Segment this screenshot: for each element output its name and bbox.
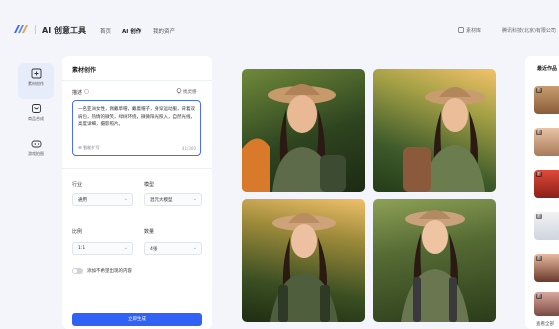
recent-works-panel: 最近作品 图 图 图 图 图 图 查看全部 [525, 56, 559, 329]
top-bar: AI 创意工具 首页 AI 创作 我的资产 素材库 腾讯科技(北京)有限公司 [0, 0, 559, 56]
thumb-badge: 图 [536, 172, 542, 177]
industry-value: 通用 [78, 198, 87, 203]
divider [62, 80, 212, 81]
chevron-down-icon: ⌄ [123, 196, 128, 202]
ratio-label: 比例 [72, 229, 83, 235]
industry-select[interactable]: 通用 ⌄ [72, 193, 133, 206]
gamepad-icon [31, 140, 41, 148]
generate-button[interactable]: 立即生成 [72, 313, 202, 326]
description-label: 描述 [72, 90, 83, 96]
count-label: 数量 [144, 229, 155, 235]
recent-thumb[interactable]: 图 [534, 292, 559, 316]
thumb-badge: 图 [536, 130, 542, 135]
description-text[interactable]: 一名亚洲女性，佩戴草帽，戴着帽子，身穿运动服，背着双肩包，热情的微笑，绿树环绕，… [78, 106, 196, 129]
hiker-photo-icon [403, 87, 485, 192]
thumb-badge: 图 [536, 214, 542, 219]
hiker-photo-icon [242, 84, 346, 192]
recent-thumb[interactable]: 图 [534, 254, 559, 282]
recent-works-title: 最近作品 [537, 66, 558, 72]
lightbulb-icon [176, 88, 182, 94]
hiker-photo-icon [401, 210, 469, 322]
thumb-badge: 图 [536, 88, 542, 93]
result-image-3[interactable] [242, 199, 365, 322]
nav-home[interactable]: 首页 [100, 27, 111, 35]
account-menu[interactable]: 腾讯科技(北京)有限公司 [502, 27, 556, 34]
model-label: 模型 [144, 182, 155, 188]
rail-item-material-create[interactable]: 素材创作 [18, 63, 54, 99]
thumb-badge: 图 [536, 294, 542, 299]
view-all-link[interactable]: 查看全部 [536, 321, 554, 327]
model-value: 混元大模型 [150, 198, 173, 203]
rail-label: 商品合成 [28, 116, 44, 121]
ratio-value: 1:1 [78, 246, 86, 251]
asset-library-link[interactable]: 素材库 [466, 27, 481, 34]
count-value: 4张 [150, 247, 158, 252]
smart-expand-button[interactable]: ☰ 智能扩写 [78, 145, 100, 151]
model-select[interactable]: 混元大模型 ⌄ [144, 193, 202, 206]
ratio-select[interactable]: 1:1 ⌄ [72, 242, 133, 255]
rail-item-game[interactable]: 游戏拍图 [18, 133, 54, 169]
result-image-1[interactable] [242, 69, 365, 192]
left-rail: 素材创作 商品合成 游戏拍图 [0, 56, 70, 329]
recent-thumb[interactable]: 图 [534, 170, 559, 198]
description-input[interactable]: 一名亚洲女性，佩戴草帽，戴着帽子，身穿运动服，背着双肩包，热情的微笑，绿树环绕，… [72, 100, 201, 156]
rail-label: 素材创作 [28, 81, 44, 86]
industry-label: 行业 [72, 182, 83, 188]
rail-item-product[interactable]: 商品合成 [18, 98, 54, 134]
hiker-photo-icon [270, 213, 338, 322]
nav-ai-create[interactable]: AI 创作 [122, 27, 141, 35]
creation-panel: 素材创作 描述 找灵感 一名亚洲女性，佩戴草帽，戴着帽子，身穿运动服，背着双肩包… [62, 56, 212, 329]
recent-thumb[interactable]: 图 [534, 86, 559, 114]
app-logo-icon [14, 25, 28, 33]
divider [62, 168, 212, 169]
chevron-down-icon: ⌄ [123, 245, 128, 251]
chevron-down-icon: ⌄ [192, 196, 197, 202]
library-icon [458, 27, 464, 33]
char-count: 41/300 [181, 146, 196, 151]
result-image-2[interactable] [373, 69, 496, 192]
info-icon [84, 89, 89, 94]
panel-title: 素材创作 [72, 67, 97, 74]
result-image-4[interactable] [373, 199, 496, 322]
exclude-content-toggle[interactable] [72, 268, 83, 274]
nav-my-assets[interactable]: 我的资产 [153, 27, 175, 35]
recent-thumb[interactable]: 图 [534, 128, 559, 156]
title-separator [35, 25, 36, 34]
product-icon [31, 104, 41, 113]
chevron-down-icon: ⌄ [192, 245, 197, 251]
thumb-badge: 图 [536, 256, 542, 261]
recent-thumb[interactable]: 图 [534, 212, 559, 240]
examples-link[interactable]: 找灵感 [183, 89, 197, 95]
count-select[interactable]: 4张 ⌄ [144, 242, 202, 255]
smart-expand-label: 智能扩写 [83, 145, 100, 150]
rail-label: 游戏拍图 [28, 151, 44, 156]
app-title: AI 创意工具 [42, 26, 86, 35]
image-edit-icon [31, 68, 41, 79]
exclude-content-label: 添加不希望出现的内容 [87, 269, 132, 274]
